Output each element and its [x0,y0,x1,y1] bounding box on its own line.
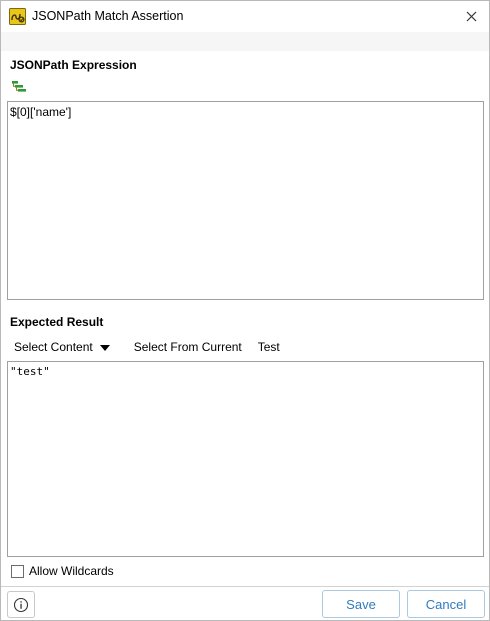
close-icon [466,11,476,22]
allow-wildcards-option: Allow Wildcards [11,564,114,578]
tree-select-icon[interactable] [11,80,27,94]
jsonpath-assertion-icon [9,8,26,25]
caret-down-icon [99,344,110,351]
expected-section-title: Expected Result [10,315,104,329]
select-content-label: Select Content [14,340,93,354]
assertion-dialog: JSONPath Match Assertion JSONPath Expres… [0,0,490,621]
footer-divider [1,586,489,587]
allow-wildcards-checkbox[interactable] [11,564,24,578]
window-title: JSONPath Match Assertion [32,9,184,23]
select-content-dropdown[interactable]: Select Content [14,340,110,354]
select-from-current-button[interactable]: Select From Current [134,340,242,354]
close-button[interactable] [453,1,489,32]
expression-section-title: JSONPath Expression [10,58,137,72]
jsonpath-expression-input[interactable]: $[0]['name'] [7,101,484,300]
title-bar: JSONPath Match Assertion [1,1,489,32]
test-button[interactable]: Test [258,340,280,354]
allow-wildcards-label: Allow Wildcards [29,564,114,578]
header-strip [1,32,489,51]
info-button[interactable] [7,591,35,618]
cancel-button[interactable]: Cancel [407,590,485,618]
expected-toolbar: Select Content Select From Current Test [14,339,280,355]
save-button[interactable]: Save [322,590,400,618]
expected-result-input[interactable]: "test" [7,361,484,557]
info-icon [13,597,29,612]
